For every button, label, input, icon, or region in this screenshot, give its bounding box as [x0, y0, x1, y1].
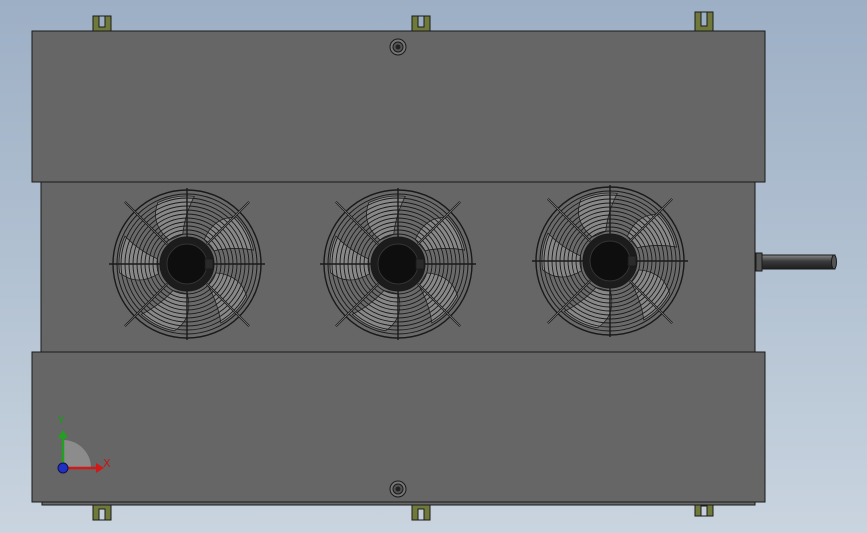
bolt-hole-icon: [389, 480, 407, 498]
fan-guard-icon[interactable]: [320, 188, 476, 340]
mounting-bracket-icon: [92, 502, 112, 521]
model-view[interactable]: [0, 0, 867, 533]
mounting-bracket-icon: [411, 15, 431, 33]
fan-guard-icon[interactable]: [532, 185, 688, 337]
pipe-icon: [754, 252, 837, 272]
bolt-hole-icon: [389, 38, 407, 56]
mounting-bracket-icon: [411, 502, 431, 521]
axis-x-label: X: [103, 457, 111, 470]
fan-guard-icon[interactable]: [109, 188, 265, 340]
cad-viewport[interactable]: X Y: [0, 0, 867, 533]
bottom-panel[interactable]: [31, 351, 766, 503]
axis-y-label: Y: [58, 414, 65, 427]
mounting-bracket-icon: [92, 15, 112, 33]
mounting-bracket-icon: [694, 11, 714, 33]
